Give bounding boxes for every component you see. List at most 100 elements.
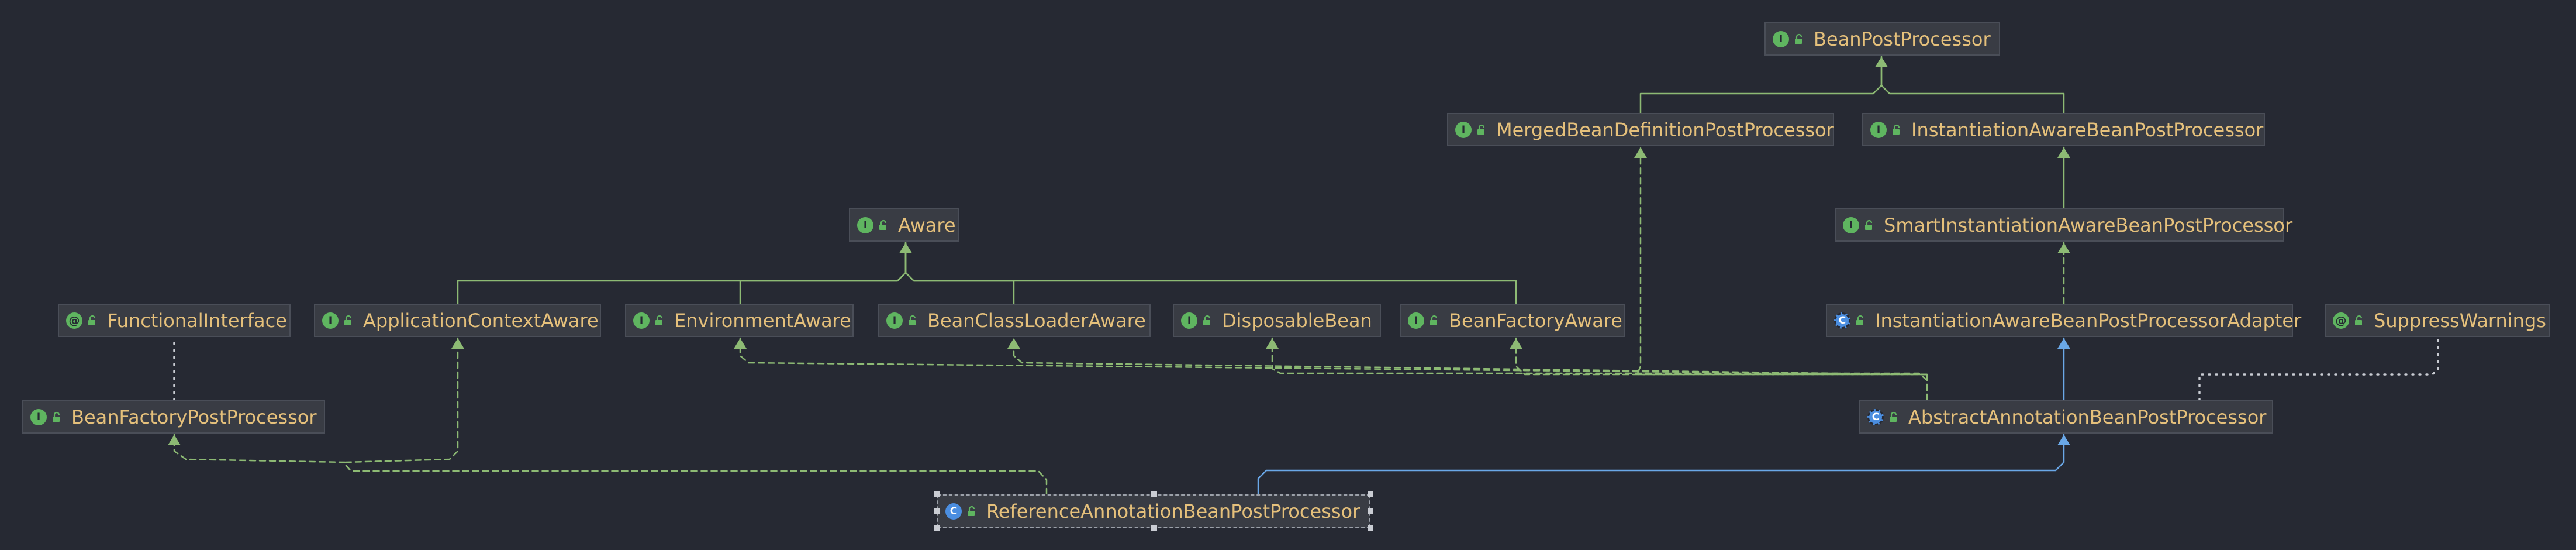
public-access-icon [1475, 123, 1488, 136]
interface-icon: I [30, 408, 47, 425]
public-access-icon [1887, 411, 1900, 424]
edge-bean-class-loader-aware-to-aware [904, 242, 1015, 305]
node-smart-instantiation-aware-bean-post-processor[interactable]: I SmartInstantiationAwareBeanPostProcesso… [1835, 208, 2292, 242]
node-label: SuppressWarnings [2374, 309, 2546, 332]
edge-abstract-annotation-bean-post-processor-to-bean-class-loader-aware [1013, 337, 1928, 376]
node-merged-bean-definition-post-processor[interactable]: I MergedBeanDefinitionPostProcessor [1447, 113, 1834, 146]
interface-icon: I [1408, 312, 1424, 329]
node-bean-class-loader-aware[interactable]: I BeanClassLoaderAware [878, 304, 1151, 337]
node-label: EnvironmentAware [674, 309, 851, 332]
edge-reference-annotation-bean-post-processor-to-abstract-annotation-bean-post-processor [1257, 434, 2065, 496]
interface-icon: I [1773, 30, 1789, 47]
selection-handle[interactable] [1368, 508, 1373, 514]
public-access-icon [653, 314, 666, 327]
node-label: MergedBeanDefinitionPostProcessor [1496, 118, 1834, 141]
annotation-icon: @ [2333, 312, 2349, 329]
public-access-icon [2353, 314, 2366, 327]
public-access-icon [50, 411, 63, 424]
node-bean-factory-aware[interactable]: I BeanFactoryAware [1400, 304, 1625, 337]
node-label: AbstractAnnotationBeanPostProcessor [1908, 405, 2267, 428]
public-access-icon [1890, 123, 1903, 136]
node-environment-aware[interactable]: I EnvironmentAware [625, 304, 854, 337]
abstract-class-icon: C [1867, 408, 1884, 425]
node-suppress-warnings[interactable]: @ SuppressWarnings [2325, 304, 2550, 337]
public-access-icon [877, 219, 890, 232]
node-bean-post-processor[interactable]: I BeanPostProcessor [1764, 22, 2000, 56]
node-label: InstantiationAwareBeanPostProcessor [1911, 118, 2264, 141]
edge-reference-annotation-bean-post-processor-to-application-context-aware [344, 337, 1048, 496]
edge-arrowhead [2057, 435, 2070, 445]
edges-layer [168, 56, 2439, 496]
node-aware[interactable]: I Aware [849, 208, 959, 242]
node-label: Aware [898, 214, 956, 236]
edge-arrowhead [451, 338, 464, 349]
node-label: ApplicationContextAware [363, 309, 599, 332]
edge-arrowhead [1007, 338, 1020, 349]
edge-arrowhead [2057, 147, 2070, 158]
edge-arrowhead [899, 243, 912, 253]
selection-handle[interactable] [1151, 491, 1157, 497]
selection-handle[interactable] [934, 508, 940, 514]
public-access-icon [1201, 314, 1214, 327]
edge-arrowhead [1510, 338, 1522, 349]
public-access-icon [86, 314, 99, 327]
node-label: InstantiationAwareBeanPostProcessorAdapt… [1875, 309, 2302, 332]
edge-instantiation-aware-bean-post-processor-to-bean-post-processor [1880, 56, 2065, 114]
selection-handle[interactable] [1368, 491, 1373, 497]
edge-arrowhead [1266, 338, 1279, 349]
node-label: BeanFactoryAware [1449, 309, 1622, 332]
public-access-icon [1854, 314, 1867, 327]
interface-icon: I [1455, 121, 1472, 138]
selection-handle[interactable] [1368, 525, 1373, 531]
interface-icon: I [633, 312, 650, 329]
node-label: FunctionalInterface [107, 309, 287, 332]
node-abstract-annotation-bean-post-processor[interactable]: C AbstractAnnotationBeanPostProcessor [1859, 400, 2273, 434]
class-diagram: I BeanPostProcessor I MergedBeanDefinitionP… [0, 0, 2576, 550]
node-label: DisposableBean [1222, 309, 1372, 332]
node-bean-factory-post-processor[interactable]: I BeanFactoryPostProcessor [22, 400, 325, 434]
public-access-icon [1863, 219, 1876, 232]
edge-abstract-annotation-bean-post-processor-to-bean-factory-aware [1515, 337, 1928, 376]
selection-handle[interactable] [934, 525, 940, 531]
edge-merged-bean-definition-post-processor-to-bean-post-processor [1639, 56, 1883, 114]
edge-application-context-aware-to-aware [457, 242, 907, 305]
edge-arrowhead [2057, 338, 2070, 349]
public-access-icon [1428, 314, 1441, 327]
node-reference-annotation-bean-post-processor[interactable]: C ReferenceAnnotationBeanPostProcessor [937, 494, 1370, 528]
interface-icon: I [1843, 216, 1859, 233]
edge-arrowhead [2057, 243, 2070, 253]
edge-environment-aware-to-aware [739, 242, 907, 305]
public-access-icon [965, 505, 978, 518]
interface-icon: I [322, 312, 339, 329]
edge-reference-annotation-bean-post-processor-to-bean-factory-post-processor [173, 434, 346, 463]
edge-abstract-annotation-bean-post-processor-to-suppress-warnings [2198, 337, 2439, 401]
node-instantiation-aware-bean-post-processor[interactable]: I InstantiationAwareBeanPostProcessor [1862, 113, 2265, 146]
node-label: BeanPostProcessor [1814, 28, 1991, 50]
node-disposable-bean[interactable]: I DisposableBean [1173, 304, 1381, 337]
node-application-context-aware[interactable]: I ApplicationContextAware [314, 304, 601, 337]
interface-icon: I [1870, 121, 1887, 138]
node-label: BeanClassLoaderAware [927, 309, 1146, 332]
node-instantiation-aware-bean-post-processor-adapter[interactable]: C InstantiationAwareBeanPostProcessorAdap… [1826, 304, 2301, 337]
edge-arrowhead [734, 338, 747, 349]
node-label: BeanFactoryPostProcessor [71, 405, 317, 428]
public-access-icon [342, 314, 355, 327]
node-label: ReferenceAnnotationBeanPostProcessor [986, 500, 1360, 522]
interface-icon: I [1181, 312, 1197, 329]
edge-abstract-annotation-bean-post-processor-to-merged-bean-definition-post-processor [1636, 146, 1928, 401]
public-access-icon [1793, 33, 1805, 46]
edge-abstract-annotation-bean-post-processor-to-environment-aware [739, 337, 1928, 376]
interface-icon: I [886, 312, 903, 329]
class-icon: C [945, 503, 962, 520]
node-label: SmartInstantiationAwareBeanPostProcessor [1884, 214, 2293, 236]
edge-bean-factory-aware-to-aware [904, 242, 1517, 305]
abstract-class-icon: C [1834, 312, 1850, 329]
edge-arrowhead [1634, 147, 1647, 158]
node-functional-interface[interactable]: @ FunctionalInterface [58, 304, 291, 337]
selection-handle[interactable] [1151, 525, 1157, 531]
selection-handle[interactable] [934, 491, 940, 497]
public-access-icon [906, 314, 919, 327]
annotation-icon: @ [66, 312, 82, 329]
edge-arrowhead [1875, 57, 1888, 67]
interface-icon: I [857, 216, 873, 233]
